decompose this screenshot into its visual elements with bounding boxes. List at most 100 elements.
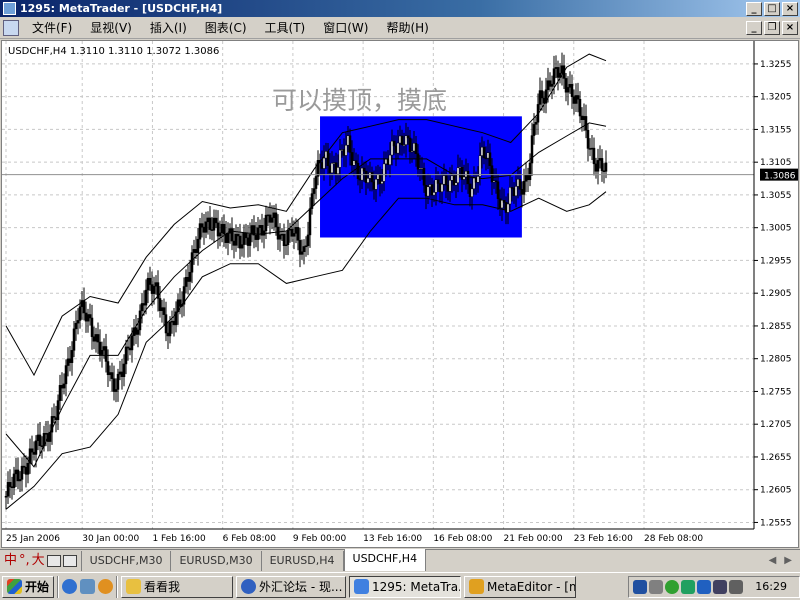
candle-body xyxy=(604,162,608,172)
candle-body xyxy=(446,184,450,192)
menu-file[interactable]: 文件(F) xyxy=(23,19,81,36)
tab-usdchf-m30[interactable]: USDCHF,M30 xyxy=(82,550,172,571)
candle-body xyxy=(248,234,252,246)
taskbar-clock: 16:29 xyxy=(755,580,787,593)
close-button[interactable]: × xyxy=(782,1,798,16)
candle-body xyxy=(20,465,24,480)
keyboard-icon[interactable] xyxy=(46,554,61,567)
candle-body xyxy=(120,371,124,377)
tray-security-icon[interactable] xyxy=(697,579,712,594)
candle-body xyxy=(66,358,70,366)
candle-body xyxy=(104,346,108,362)
candle-body xyxy=(406,135,410,139)
candle-body xyxy=(316,160,320,177)
task-metatrader[interactable]: 1295: MetaTra... xyxy=(349,575,462,598)
candle-body xyxy=(414,143,418,154)
tab-eurusd-m30[interactable]: EURUSD,M30 xyxy=(171,550,262,571)
date-tick-label: 21 Feb 00:00 xyxy=(504,534,563,544)
price-chart[interactable]: 1.3255 1.3205 1.3155 1.3105 1.3055 1.3005 1.29… xyxy=(2,41,798,547)
candle-body xyxy=(176,299,180,313)
metatrader-app: 1295: MetaTrader - [USDCHF,H4] _ □ × 文件(… xyxy=(0,0,800,600)
candle-body xyxy=(260,225,264,236)
candle-body xyxy=(502,200,506,203)
window-title-bar[interactable]: 1295: MetaTrader - [USDCHF,H4] _ □ × xyxy=(0,0,800,17)
tab-scroll-right-icon[interactable]: ▶ xyxy=(784,555,792,566)
candle-body xyxy=(318,160,322,163)
candle-body xyxy=(556,67,560,78)
tray-volume-icon[interactable] xyxy=(649,579,664,594)
price-tick-label: 1.2755 xyxy=(760,387,792,397)
window-title: 1295: MetaTrader - [USDCHF,H4] xyxy=(20,2,223,15)
price-tick-label: 1.2805 xyxy=(760,355,792,365)
candle-body xyxy=(324,151,328,159)
candle-body xyxy=(438,183,442,193)
settings-icon[interactable] xyxy=(62,554,77,567)
draw-tool-3[interactable]: 大 xyxy=(32,552,45,570)
doc-close-button[interactable]: × xyxy=(782,20,798,35)
metatrader-icon xyxy=(354,579,370,594)
doc-minimize-button[interactable]: _ xyxy=(746,20,762,35)
candle-body xyxy=(448,180,452,192)
draw-tool-1[interactable]: 中 xyxy=(4,552,17,570)
candle-body xyxy=(512,188,516,197)
draw-tool-2[interactable]: °, xyxy=(19,552,30,570)
menu-view[interactable]: 显视(V) xyxy=(81,19,141,36)
maximize-button[interactable]: □ xyxy=(764,1,780,16)
candle-body xyxy=(364,170,368,183)
chart-document-icon[interactable] xyxy=(3,19,19,36)
menu-insert[interactable]: 插入(I) xyxy=(141,19,196,36)
candle-body xyxy=(134,327,138,335)
tray-monitor-icon[interactable] xyxy=(729,579,744,594)
tab-usdchf-h4[interactable]: USDCHF,H4 xyxy=(343,548,427,571)
candle-body xyxy=(78,306,82,321)
candle-body xyxy=(328,165,332,174)
start-button[interactable]: 开始 xyxy=(2,575,55,598)
menu-window[interactable]: 窗口(W) xyxy=(314,19,377,36)
tray-network-icon[interactable] xyxy=(633,579,648,594)
menu-charts[interactable]: 图表(C) xyxy=(196,19,256,36)
tray-globe-icon[interactable] xyxy=(665,579,680,594)
chart-window[interactable]: 1.3255 1.3205 1.3155 1.3105 1.3055 1.3005 1.29… xyxy=(1,40,799,548)
tab-scroll-left-icon[interactable]: ◀ xyxy=(769,555,777,566)
candle-body xyxy=(484,157,488,160)
candle-body xyxy=(42,433,46,447)
candle-body xyxy=(536,104,540,123)
date-tick-label: 25 Jan 2006 xyxy=(6,534,60,544)
candle-body xyxy=(600,158,604,171)
candle-body xyxy=(300,251,304,255)
tray-chat-icon[interactable] xyxy=(681,579,696,594)
candle-body xyxy=(92,336,96,342)
candle-body xyxy=(464,170,468,178)
candle-body xyxy=(498,198,502,209)
candle-body xyxy=(112,378,116,392)
tray-app-icon[interactable] xyxy=(713,579,728,594)
candle-body xyxy=(402,144,406,146)
candle-body xyxy=(422,167,426,186)
candle-body xyxy=(564,78,568,93)
candle-body xyxy=(350,152,354,166)
desktop-icon[interactable] xyxy=(80,579,96,594)
task-metaeditor[interactable]: MetaEditor - [m... xyxy=(464,575,577,598)
windows-logo-icon xyxy=(7,579,22,594)
doc-restore-button[interactable]: ❐ xyxy=(764,20,780,35)
candle-body xyxy=(550,83,554,87)
menu-tools[interactable]: 工具(T) xyxy=(256,19,315,36)
candle-body xyxy=(204,221,208,233)
candle-body xyxy=(154,282,158,287)
candle-body xyxy=(398,135,402,144)
candle-body xyxy=(36,434,40,442)
candle-body xyxy=(168,321,172,337)
minimize-button[interactable]: _ xyxy=(746,1,762,16)
date-tick-label: 1 Feb 16:00 xyxy=(152,534,206,544)
ie-icon[interactable] xyxy=(62,579,78,594)
candle-body xyxy=(100,350,104,355)
task-forum-browser[interactable]: 外汇论坛 - 现... xyxy=(236,575,347,598)
candle-body xyxy=(514,186,518,197)
candle-body xyxy=(60,385,64,389)
tab-eurusd-h4[interactable]: EURUSD,H4 xyxy=(262,550,344,571)
media-player-icon[interactable] xyxy=(98,579,114,594)
menu-help[interactable]: 帮助(H) xyxy=(377,19,437,36)
candle-body xyxy=(558,72,562,78)
task-folder[interactable]: 看看我 xyxy=(121,575,234,598)
candle-body xyxy=(22,465,26,468)
